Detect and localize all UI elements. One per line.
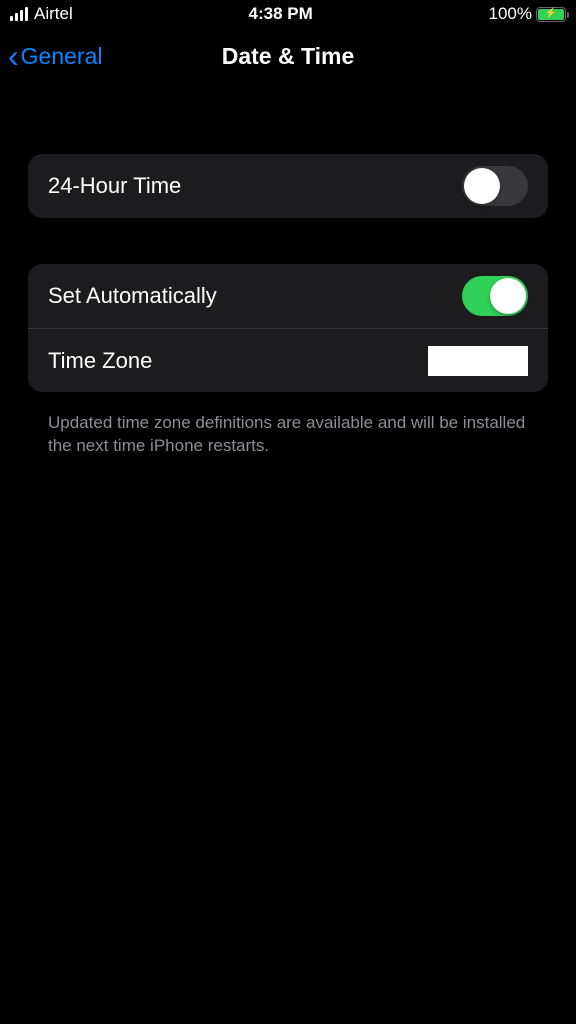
time-zone-value [428, 346, 528, 376]
back-label: General [21, 43, 103, 70]
chevron-left-icon: ‹ [8, 40, 19, 72]
label-set-automatically: Set Automatically [48, 283, 217, 309]
row-24-hour-time: 24-Hour Time [28, 154, 548, 218]
status-left: Airtel [10, 4, 73, 24]
label-24-hour-time: 24-Hour Time [48, 173, 181, 199]
signal-strength-icon [10, 7, 28, 21]
toggle-knob [464, 168, 500, 204]
row-time-zone[interactable]: Time Zone [28, 328, 548, 392]
status-right: 100% ⚡ [489, 4, 566, 24]
carrier-label: Airtel [34, 4, 73, 24]
toggle-set-automatically[interactable] [462, 276, 528, 316]
settings-group-1: 24-Hour Time [28, 154, 548, 218]
status-bar: Airtel 4:38 PM 100% ⚡ [0, 0, 576, 28]
settings-content: 24-Hour Time Set Automatically Time Zone… [0, 84, 576, 458]
status-time: 4:38 PM [249, 4, 313, 24]
battery-percentage: 100% [489, 4, 532, 24]
toggle-24-hour-time[interactable] [462, 166, 528, 206]
toggle-knob [490, 278, 526, 314]
navigation-bar: ‹ General Date & Time [0, 28, 576, 84]
charging-bolt-icon: ⚡ [545, 9, 557, 19]
footer-note: Updated time zone definitions are availa… [28, 402, 548, 458]
settings-group-2: Set Automatically Time Zone [28, 264, 548, 392]
battery-icon: ⚡ [536, 7, 566, 22]
back-button[interactable]: ‹ General [8, 40, 102, 72]
row-set-automatically: Set Automatically [28, 264, 548, 328]
label-time-zone: Time Zone [48, 348, 152, 374]
page-title: Date & Time [222, 43, 355, 70]
